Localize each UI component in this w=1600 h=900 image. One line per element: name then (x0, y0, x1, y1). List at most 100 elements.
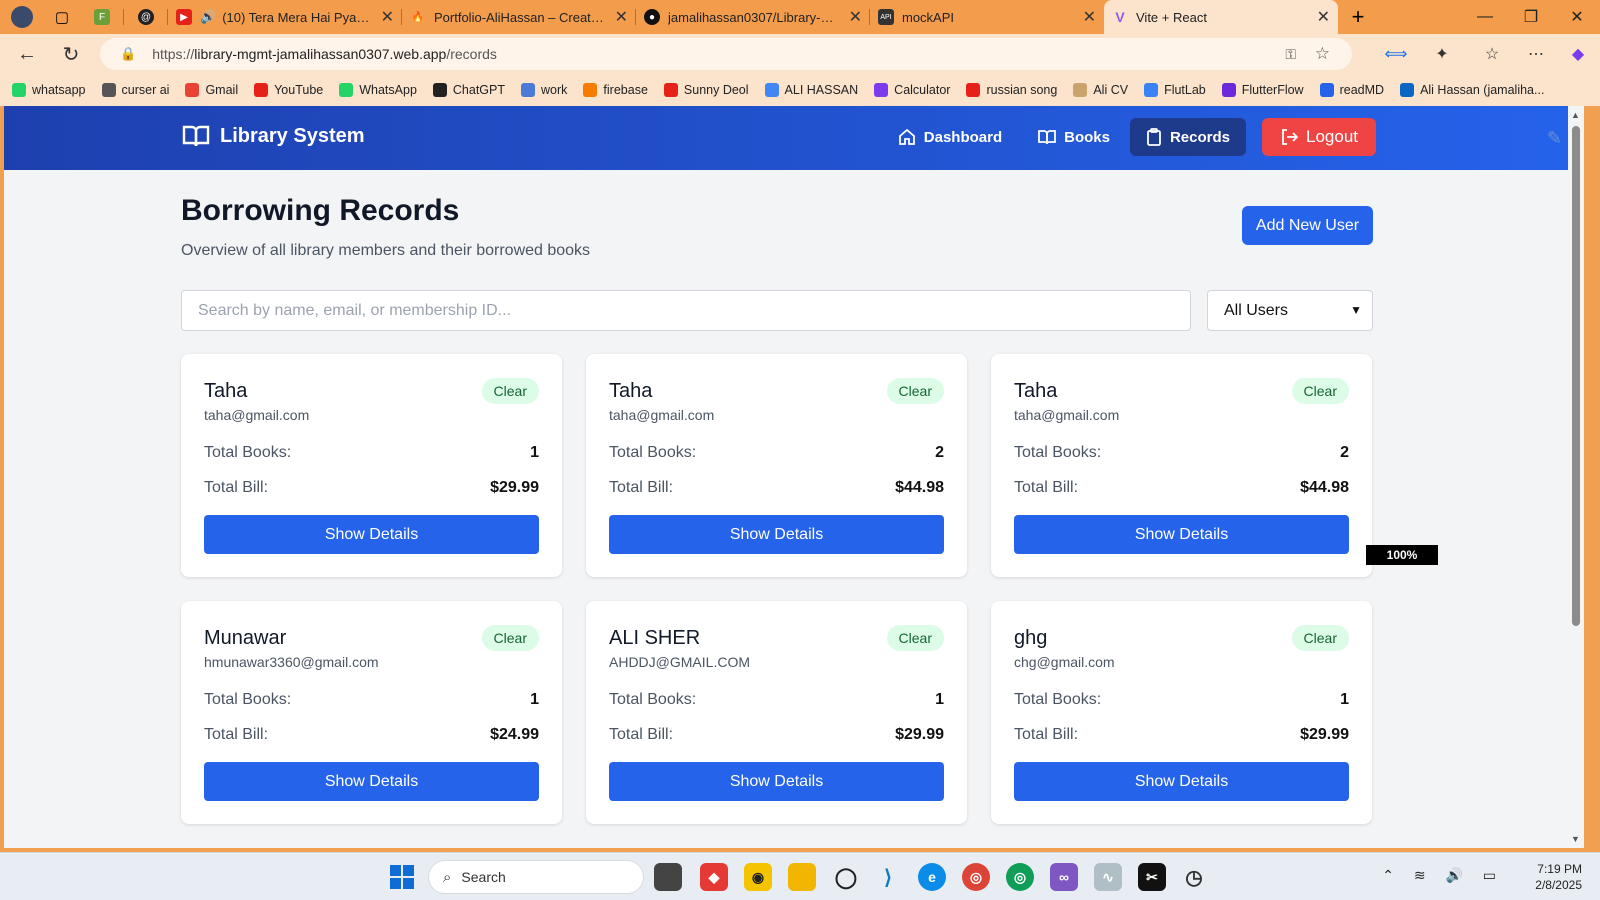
total-bill-row: Total Bill: $44.98 (609, 479, 944, 497)
close-icon[interactable]: ✕ (841, 7, 862, 27)
bookmark-item[interactable]: YouTube (254, 83, 323, 97)
bookmark-item[interactable]: Gmail (185, 83, 238, 97)
show-details-button[interactable]: Show Details (609, 762, 944, 801)
site-info-icon[interactable]: 🔒 (120, 46, 136, 62)
bookmark-favicon-icon (1221, 83, 1236, 97)
url-bar[interactable]: 🔒 https://library-mgmt-jamalihassan0307.… (100, 38, 1352, 70)
close-icon[interactable]: ✕ (373, 7, 394, 27)
new-tab-button[interactable]: + (1338, 0, 1378, 34)
bookmark-item[interactable]: ChatGPT (432, 83, 505, 97)
nav-books[interactable]: Books (1022, 118, 1126, 156)
total-books-row: Total Books: 1 (1014, 691, 1349, 709)
bookmark-favicon-icon (1400, 83, 1415, 97)
tab-pinned-1[interactable]: F (80, 0, 124, 34)
user-filter-select[interactable]: All Users ▼ (1207, 290, 1373, 331)
favorites-icon[interactable]: ☆ (1478, 40, 1506, 68)
tab-pinned-2[interactable]: @ (124, 0, 168, 34)
visual-studio-icon[interactable]: ∞ (1050, 863, 1078, 891)
start-button[interactable] (390, 865, 414, 889)
analytics-icon[interactable]: ∿ (1094, 863, 1122, 891)
back-arrow-icon[interactable]: ← (10, 37, 44, 71)
restore-icon[interactable]: ❐ (1508, 0, 1554, 34)
page-viewport: Library System Dashboard Books Records L… (4, 106, 1584, 848)
bookmark-item[interactable]: Sunny Deol (663, 83, 749, 97)
close-icon[interactable]: ✕ (1075, 7, 1096, 27)
anydesk-icon[interactable]: ◆ (700, 863, 728, 891)
book-icon (1038, 130, 1057, 145)
member-name: ALI SHER (609, 627, 701, 649)
total-bill-row: Total Bill: $44.98 (1014, 479, 1349, 497)
show-details-button[interactable]: Show Details (204, 515, 539, 554)
more-menu-icon[interactable]: ⋯ (1522, 40, 1550, 68)
show-details-button[interactable]: Show Details (1014, 515, 1349, 554)
show-details-button[interactable]: Show Details (609, 515, 944, 554)
favorite-star-icon[interactable]: ☆ (1315, 44, 1330, 64)
system-tray-icons[interactable]: ⌃ ≋ 🔊 ▭ (1382, 867, 1504, 884)
scroll-up-icon[interactable]: ▲ (1571, 110, 1580, 120)
bookmark-item[interactable]: Ali Hassan (jamaliha... (1400, 83, 1544, 97)
minimize-icon[interactable]: — (1462, 0, 1508, 34)
page-scrollbar[interactable]: ▲ ▼ (1568, 106, 1584, 848)
url-path: /records (446, 46, 497, 62)
refresh-icon[interactable]: ↻ (54, 37, 88, 71)
add-new-user-button[interactable]: Add New User (1242, 206, 1373, 245)
scrollbar-thumb[interactable] (1572, 126, 1580, 626)
bookmark-item[interactable]: WhatsApp (339, 83, 417, 97)
vscode-icon[interactable]: ⟩ (874, 863, 902, 891)
total-bill-label: Total Bill: (204, 726, 269, 743)
copilot-icon[interactable]: ◆ (1564, 40, 1592, 68)
chrome-icon[interactable]: ◎ (962, 863, 990, 891)
total-books-value: 1 (530, 691, 539, 708)
tab-vite-react[interactable]: V Vite + React ✕ (1104, 0, 1338, 34)
show-details-button[interactable]: Show Details (204, 762, 539, 801)
workspaces-icon[interactable]: ▢ (44, 0, 80, 34)
chrome-dev-icon[interactable]: ◎ (1006, 863, 1034, 891)
chat-app-icon[interactable]: ◉ (744, 863, 772, 891)
show-details-button[interactable]: Show Details (1014, 762, 1349, 801)
whatsapp-icon[interactable]: ◯ (832, 863, 860, 891)
tab-github[interactable]: ● jamalihassan0307/Library-Manag ✕ (636, 0, 870, 34)
member-name: ghg (1014, 627, 1048, 649)
file-manager-icon[interactable] (654, 863, 682, 891)
profile-avatar[interactable] (0, 0, 44, 34)
tab-portfolio[interactable]: 🔥 Portfolio-AliHassan – Create proje ✕ (402, 0, 636, 34)
bookmark-item[interactable]: russian song (966, 83, 1057, 97)
record-card: ghg chg@gmail.com Clear Total Books: 1 Total … (991, 601, 1372, 824)
nav-dashboard[interactable]: Dashboard (882, 118, 1018, 156)
bookmark-label: readMD (1339, 83, 1385, 97)
nav-records[interactable]: Records (1129, 118, 1246, 156)
bookmark-label: Calculator (894, 83, 951, 97)
clock-app-icon[interactable]: ◷ (1180, 863, 1208, 891)
key-icon[interactable]: ⚿ (1285, 46, 1296, 63)
bookmark-item[interactable]: whatsapp (12, 83, 86, 97)
logout-button[interactable]: Logout (1262, 118, 1376, 156)
close-icon[interactable]: ✕ (607, 7, 628, 27)
bookmark-item[interactable]: curser ai (101, 83, 169, 97)
translate-icon[interactable]: ⟺ (1382, 40, 1410, 68)
bookmark-item[interactable]: readMD (1319, 83, 1385, 97)
taskbar-search[interactable]: ⌕ Search (428, 860, 644, 894)
capcut-icon[interactable]: ✂ (1138, 863, 1166, 891)
bookmark-item[interactable]: firebase (583, 83, 648, 97)
bookmark-item[interactable]: ALI HASSAN (764, 83, 858, 97)
bookmark-item[interactable]: FlutterFlow (1221, 83, 1304, 97)
tab-mockapi[interactable]: API mockAPI ✕ (870, 0, 1104, 34)
brand-link[interactable]: Library System (182, 124, 365, 148)
bookmark-item[interactable]: Ali CV (1073, 83, 1128, 97)
tab-youtube[interactable]: ▶ 🔊 (10) Tera Mera Hai Pyar Ama ✕ (168, 0, 402, 34)
speaker-icon[interactable]: 🔊 (200, 9, 216, 25)
bookmark-item[interactable]: Calculator (874, 83, 950, 97)
search-input[interactable] (181, 290, 1191, 331)
edit-icon[interactable]: ✎ (1547, 128, 1562, 149)
close-icon[interactable]: ✕ (1309, 7, 1330, 27)
window-close-icon[interactable]: ✕ (1554, 0, 1600, 34)
total-books-row: Total Books: 1 (204, 444, 539, 462)
bookmark-item[interactable]: FlutLab (1144, 83, 1206, 97)
folder-icon[interactable] (788, 863, 816, 891)
extensions-icon[interactable]: ✦ (1428, 40, 1456, 68)
bookmark-item[interactable]: work (521, 83, 567, 97)
taskbar-clock[interactable]: 7:19 PM 2/8/2025 (1535, 861, 1582, 893)
home-icon (898, 128, 915, 145)
scroll-down-icon[interactable]: ▼ (1571, 834, 1580, 844)
edge-icon[interactable]: e (918, 863, 946, 891)
